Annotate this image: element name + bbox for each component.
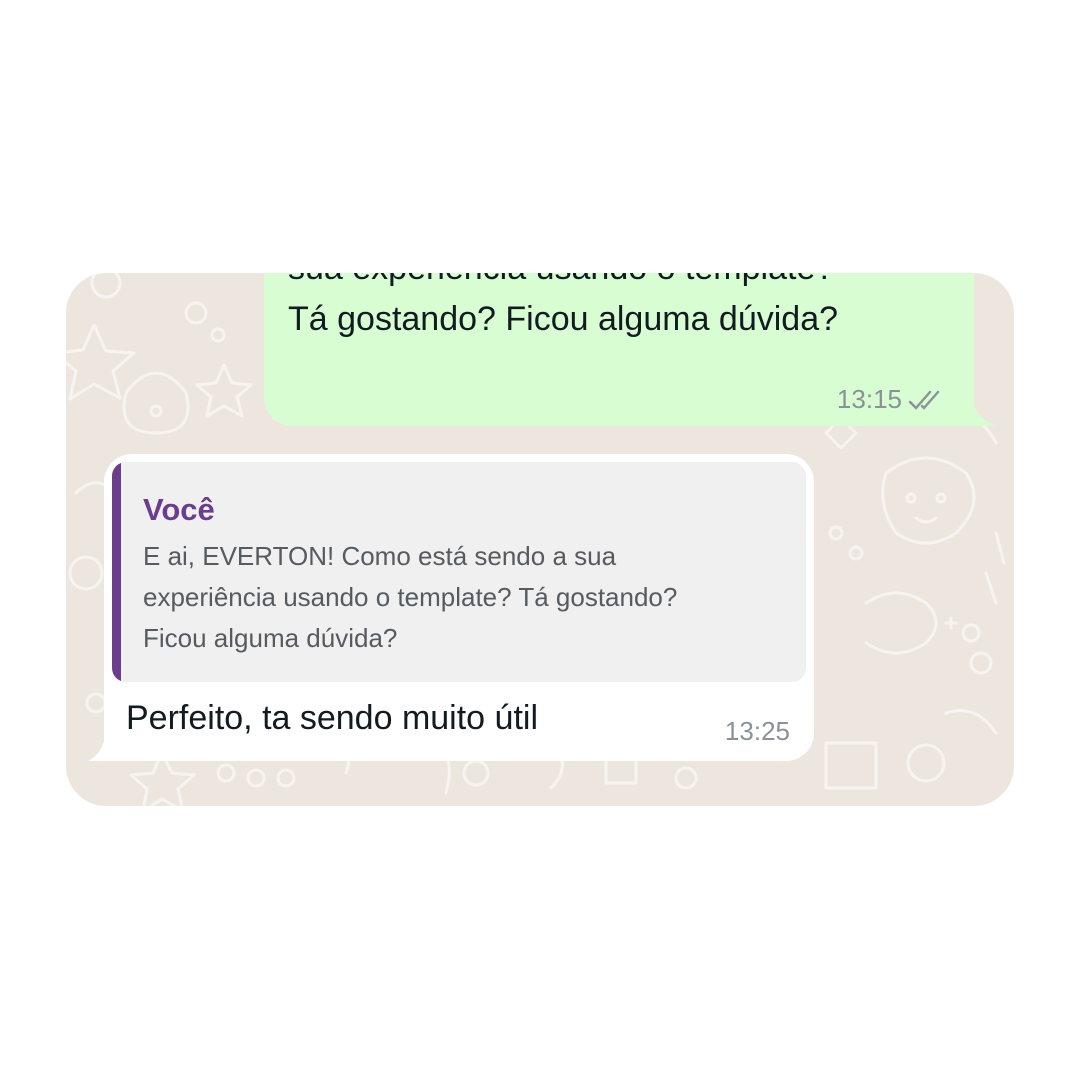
outgoing-message-meta: 13:15: [837, 384, 944, 415]
incoming-message-time: 13:25: [724, 716, 790, 746]
incoming-message-bubble[interactable]: Você E ai, EVERTON! Como está sendo a su…: [104, 454, 814, 761]
outgoing-message-text: sua experiência usando o template? Tá go…: [288, 273, 839, 338]
incoming-bubble-tail: [88, 741, 108, 761]
outgoing-message-bubble[interactable]: sua experiência usando o template? Tá go…: [264, 273, 974, 426]
double-check-icon: [908, 390, 940, 410]
quote-author: Você: [143, 492, 215, 527]
quote-text: E ai, EVERTON! Como está sendo a sua exp…: [143, 541, 678, 653]
quoted-reply[interactable]: Você E ai, EVERTON! Como está sendo a su…: [112, 462, 806, 682]
chat-panel: sua experiência usando o template? Tá go…: [66, 273, 1014, 806]
quote-accent-bar: [112, 462, 121, 682]
incoming-message-text: Perfeito, ta sendo muito útil: [126, 699, 539, 737]
outgoing-bubble-tail: [970, 406, 996, 426]
outgoing-message-time: 13:15: [836, 384, 902, 414]
